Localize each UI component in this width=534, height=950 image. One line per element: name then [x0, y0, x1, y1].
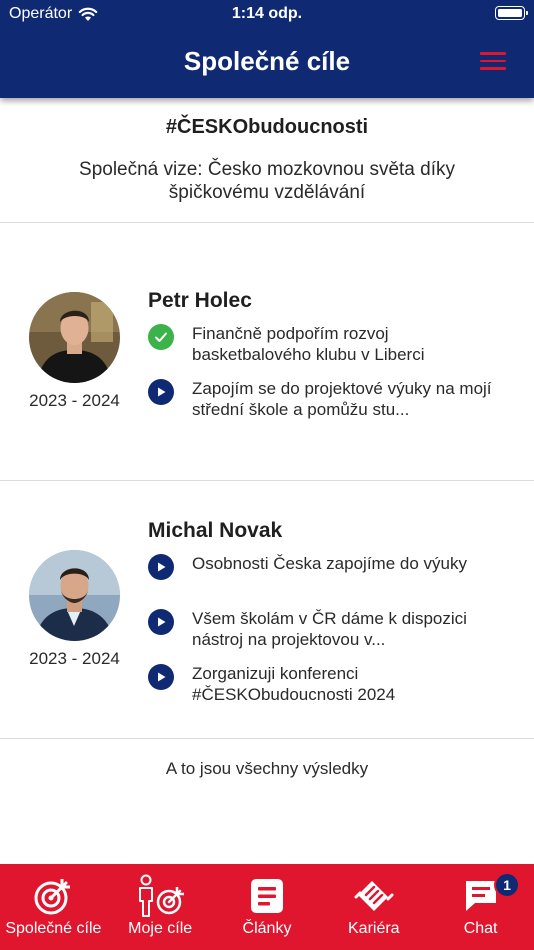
- tab-spolecne-cile[interactable]: Společné cíle: [0, 864, 107, 950]
- handshake-icon: [354, 874, 394, 918]
- battery-icon: [495, 6, 528, 20]
- play-icon: [148, 379, 174, 405]
- tab-label: Moje cíle: [128, 920, 193, 937]
- tab-label: Kariéra: [348, 920, 400, 937]
- play-icon: [148, 664, 174, 690]
- play-icon: [148, 609, 174, 635]
- article-icon: [250, 874, 284, 918]
- menu-line: [480, 59, 506, 62]
- goal-item[interactable]: Zapojím se do projektové výuky na mojí s…: [148, 378, 518, 420]
- tab-label: Články: [242, 920, 292, 937]
- person-card[interactable]: 2023 - 2024 Michal Novak Osobnosti Česka…: [0, 481, 534, 738]
- tab-moje-cile[interactable]: Moje cíle: [107, 864, 214, 950]
- bottom-tab-bar: Společné cíle Moje cíle Články Kariéra C…: [0, 864, 534, 950]
- avatar: [29, 292, 120, 383]
- target-icon: [32, 874, 74, 918]
- person-name: Michal Novak: [148, 519, 283, 542]
- page-title: Společné cíle: [183, 46, 351, 76]
- menu-line: [480, 67, 506, 70]
- hamburger-menu-button[interactable]: [480, 52, 506, 72]
- tab-label: Chat: [463, 920, 498, 937]
- goal-text: Zorganizuji konferenci #ČESKObudoucnosti…: [192, 664, 396, 704]
- goal-item[interactable]: Všem školám v ČR dáme k dispozici nástro…: [148, 608, 518, 650]
- check-icon: [148, 324, 174, 350]
- status-bar: Operátor 1:14 odp.: [0, 0, 534, 30]
- goal-text: Zapojím se do projektové výuky na mojí s…: [192, 379, 492, 419]
- goal-text: Osobnosti Česka zapojíme do výuky: [192, 554, 467, 573]
- tab-label: Společné cíle: [5, 920, 102, 937]
- person-name: Petr Holec: [148, 289, 252, 312]
- goal-text: Všem školám v ČR dáme k dispozici nástro…: [192, 609, 467, 649]
- goal-item[interactable]: Zorganizuji konferenci #ČESKObudoucnosti…: [148, 663, 518, 705]
- tab-clanky[interactable]: Články: [214, 864, 321, 950]
- chat-icon: [463, 874, 499, 918]
- app-header: Operátor 1:14 odp. Společné cíle: [0, 0, 534, 98]
- campaign-hashtag: #ČESKObudoucnosti: [165, 116, 369, 138]
- tab-chat[interactable]: Chat 1: [427, 864, 534, 950]
- person-card[interactable]: 2023 - 2024 Petr Holec Finančně podpořím…: [0, 223, 534, 480]
- goal-text: Finančně podpořím rozvoj basketbalového …: [192, 324, 425, 364]
- period-label: 2023 - 2024: [29, 391, 120, 410]
- tab-kariera[interactable]: Kariéra: [320, 864, 427, 950]
- divider: [0, 738, 534, 739]
- shared-vision-text: Společná vize: Česko mozkovnou světa dík…: [79, 159, 455, 203]
- period-label: 2023 - 2024: [29, 649, 120, 668]
- menu-line: [480, 52, 506, 55]
- person-target-icon: [135, 874, 185, 918]
- play-icon: [148, 554, 174, 580]
- avatar: [29, 550, 120, 641]
- goal-item[interactable]: Osobnosti Česka zapojíme do výuky: [148, 553, 518, 580]
- status-time: 1:14 odp.: [231, 5, 303, 22]
- unread-badge: 1: [493, 872, 520, 898]
- goal-item[interactable]: Finančně podpořím rozvoj basketbalového …: [148, 323, 518, 365]
- end-of-results-text: A to jsou všechny výsledky: [165, 759, 369, 778]
